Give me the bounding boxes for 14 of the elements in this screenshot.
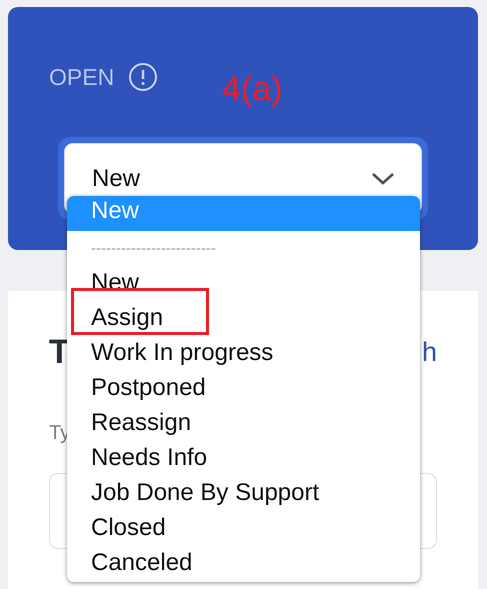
separator-option: ------------------------- bbox=[67, 231, 420, 266]
section-link[interactable]: h bbox=[422, 337, 437, 368]
dropdown-option[interactable]: Work In progress bbox=[67, 336, 420, 371]
dropdown-option[interactable]: Assign bbox=[67, 301, 420, 336]
info-icon[interactable] bbox=[128, 62, 158, 92]
chevron-down-icon bbox=[371, 172, 395, 186]
dropdown-option[interactable]: Postponed bbox=[67, 371, 420, 406]
dropdown-option[interactable]: Job Done By Support bbox=[67, 476, 420, 511]
dropdown-option[interactable]: Reassign bbox=[67, 406, 420, 441]
status-label: OPEN bbox=[49, 64, 114, 90]
dropdown-option[interactable]: Closed bbox=[67, 511, 420, 546]
dropdown-option[interactable]: Needs Info bbox=[67, 441, 420, 476]
dropdown-option[interactable]: Canceled bbox=[67, 546, 420, 581]
annotation-label: 4(a) bbox=[222, 70, 282, 109]
